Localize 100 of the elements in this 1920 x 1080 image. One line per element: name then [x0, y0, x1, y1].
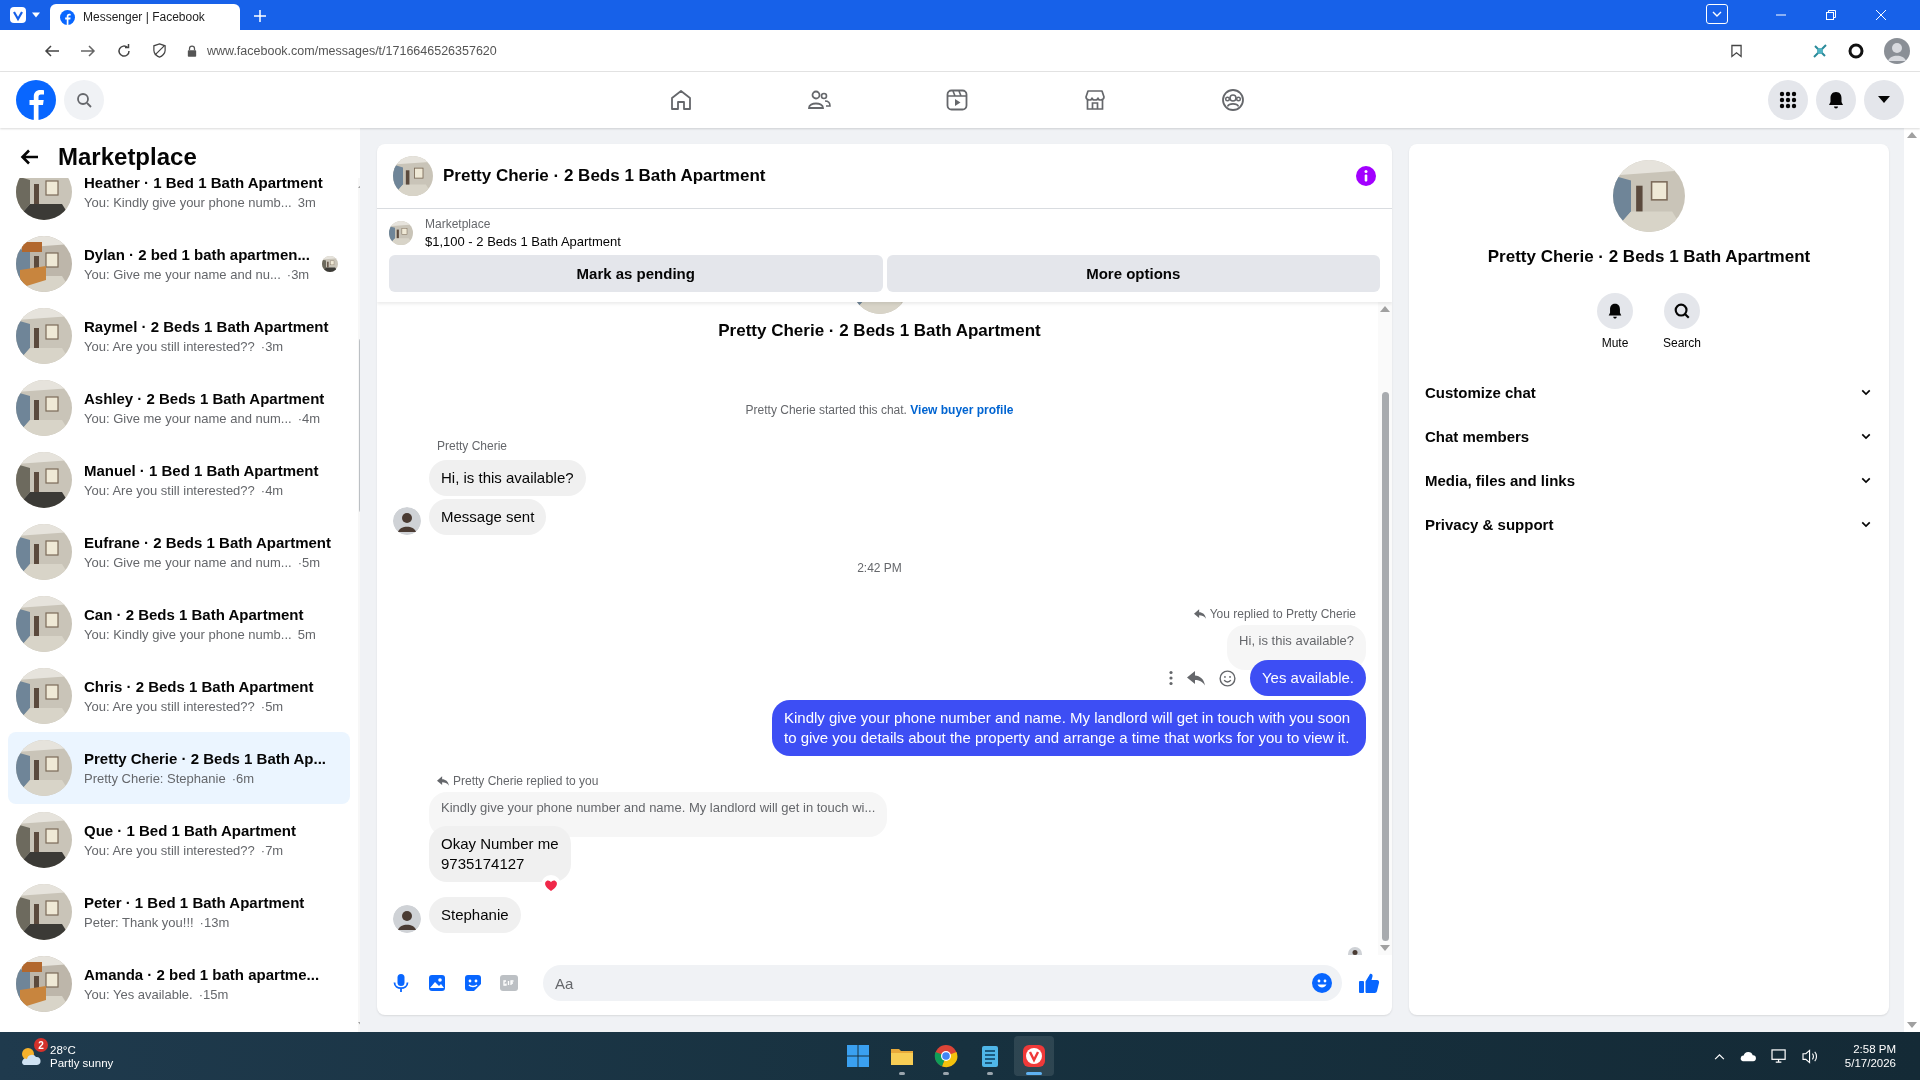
conversation-name: Que · 1 Bed 1 Bath Apartment	[84, 822, 297, 839]
vivaldi-icon	[10, 7, 26, 23]
conversation-item[interactable]: Peter · 1 Bed 1 Bath Apartment Peter: Thank you!!! ·13m	[8, 876, 350, 948]
caret-icon	[32, 12, 40, 18]
listing-action-button[interactable]: Mark as pending	[389, 255, 883, 292]
conversation-item[interactable]: Chris · 2 Beds 1 Bath Apartment You: Are you still interested?? ·5m	[8, 660, 350, 732]
search-button[interactable]	[1664, 293, 1700, 329]
store-icon[interactable]	[1083, 88, 1107, 112]
message-field[interactable]: Aa	[543, 965, 1342, 1001]
message-bubble[interactable]: Yes available.	[1250, 660, 1366, 696]
like-icon[interactable]	[1358, 972, 1380, 994]
cloud-icon[interactable]	[1738, 1050, 1757, 1062]
sticker-icon[interactable]	[463, 973, 483, 993]
close-icon[interactable]	[1876, 10, 1886, 20]
conversation-name: Chris · 2 Beds 1 Bath Apartment	[84, 678, 315, 695]
taskbar-app[interactable]	[1014, 1036, 1054, 1076]
message-time: ·15m	[198, 987, 229, 1002]
microphone-icon[interactable]	[391, 973, 411, 993]
friends-icon[interactable]	[807, 88, 831, 112]
avatar[interactable]	[393, 905, 421, 933]
section-toggle[interactable]: Media, files and links	[1417, 458, 1881, 502]
chat-name: Pretty Cherie · 2 Beds 1 Bath Apartment	[1487, 247, 1811, 267]
restore-icon[interactable]	[1826, 10, 1836, 20]
conversation-item[interactable]: Que · 1 Bed 1 Bath Apartment You: Are you still interested?? ·7m	[8, 804, 350, 876]
avatar[interactable]	[393, 507, 421, 535]
search-icon	[76, 92, 92, 108]
quoted-message[interactable]: Kindly give your phone number and name. My landlord will get in touch wi...	[429, 792, 888, 837]
listing-title: $1,100 - 2 Beds 1 Bath Apartment	[425, 234, 621, 249]
volume-icon[interactable]	[1801, 1048, 1819, 1064]
message-preview: You: Are you still interested??	[84, 483, 255, 498]
message-bubble[interactable]: Stephanie	[429, 897, 521, 933]
conversation-item[interactable]: Eufrane · 2 Beds 1 Bath Apartment You: Give me your name and num... ·5m	[8, 516, 350, 588]
message-time: ·4m	[297, 411, 321, 426]
mute-button[interactable]	[1597, 293, 1633, 329]
vivaldi-icon	[1022, 1044, 1046, 1068]
message-bubble[interactable]: Kindly give your phone number and name. My landlord will get in touch with you soon to give you details about the property and arrange a time that works for you to view it.	[772, 700, 1366, 756]
search-icon	[1673, 302, 1691, 320]
message-bubble[interactable]: Message sent	[429, 499, 547, 535]
reply-icon[interactable]	[1187, 670, 1205, 686]
emoji-icon[interactable]	[1219, 669, 1236, 687]
clock[interactable]: 2:58 PM 5/17/2026	[1844, 1043, 1908, 1069]
facebook-logo[interactable]	[16, 80, 56, 120]
action-label: Mute	[1601, 336, 1629, 350]
lock-icon[interactable]	[187, 44, 197, 57]
bookmark-icon[interactable]	[1731, 43, 1742, 58]
conversation-item[interactable]: Dylan · 2 bed 1 bath apartmen... You: Give me your name and nu... ·3m	[8, 228, 350, 300]
message-time: 5m	[297, 627, 316, 642]
more-icon[interactable]	[1169, 670, 1173, 686]
buyer-profile-link[interactable]: View buyer profile	[910, 403, 1014, 417]
message-preview: You: Are you still interested??	[84, 699, 255, 714]
section-toggle[interactable]: Chat members	[1417, 414, 1881, 458]
weather-condition: Partly sunny	[50, 1056, 114, 1069]
section-toggle[interactable]: Privacy & support	[1417, 502, 1881, 546]
message-time: ·4m	[260, 483, 284, 498]
browser-tab[interactable]: Messenger | Facebook	[50, 4, 240, 30]
message-preview: You: Kindly give your phone numb...	[84, 195, 292, 210]
conversation-item[interactable]: Ashley · 2 Beds 1 Bath Apartment You: Give me your name and num... ·4m	[8, 372, 350, 444]
extension-icon[interactable]	[1812, 42, 1828, 59]
chat-start-notice: Pretty Cherie started this chat. View buyer profile	[745, 403, 1014, 417]
menu-button[interactable]	[1768, 80, 1808, 120]
tab-list-button[interactable]	[1706, 4, 1728, 24]
reply-icon	[1193, 608, 1206, 620]
account-button[interactable]	[1864, 80, 1904, 120]
conversation-item[interactable]: Manuel · 1 Bed 1 Bath Apartment You: Are you still interested?? ·4m	[8, 444, 350, 516]
action-label: Search	[1663, 336, 1701, 350]
sidebar-title: Marketplace	[58, 143, 197, 171]
conversation-item[interactable]: Raymel · 2 Beds 1 Bath Apartment You: Are you still interested?? ·3m	[8, 300, 350, 372]
conversation-item[interactable]: Amanda · 2 bed 1 bath apartme... You: Yes available. ·15m	[8, 948, 350, 1020]
forward-icon[interactable]	[80, 42, 96, 59]
shield-icon[interactable]	[152, 43, 167, 58]
reload-icon[interactable]	[116, 42, 132, 59]
message-bubble[interactable]: Okay Number me 9735174127	[429, 826, 571, 882]
listing-action-button[interactable]: More options	[886, 255, 1380, 292]
browser-icon	[934, 1044, 958, 1068]
listing-source: Marketplace	[425, 217, 492, 231]
message-bubble[interactable]: Hi, is this available?	[429, 460, 586, 496]
groups-icon[interactable]	[1221, 88, 1245, 112]
network-icon[interactable]	[1770, 1048, 1788, 1064]
image-icon[interactable]	[427, 973, 447, 993]
conversation-item[interactable]: Pretty Cherie · 2 Beds 1 Bath Ap... Pretty Cherie: Stephanie ·6m	[8, 732, 350, 804]
reply-note: Pretty Cherie replied to you	[453, 774, 599, 788]
notifications-button[interactable]	[1816, 80, 1856, 120]
info-icon[interactable]	[1356, 166, 1376, 186]
conversation-name: Amanda · 2 bed 1 bath apartme...	[84, 966, 321, 983]
message-time: ·3m	[260, 339, 284, 354]
profile-avatar[interactable]	[1884, 37, 1910, 64]
windows-icon	[846, 1044, 870, 1068]
message-time: ·5m	[260, 699, 284, 714]
section-toggle[interactable]: Customize chat	[1417, 370, 1881, 414]
home-icon[interactable]	[669, 88, 693, 112]
ring-icon[interactable]	[1848, 42, 1864, 59]
conversation-item[interactable]: Can · 2 Beds 1 Bath Apartment You: Kindly give your phone numb... 5m	[8, 588, 350, 660]
new-tab-icon[interactable]	[254, 10, 266, 22]
video-icon[interactable]	[945, 88, 969, 112]
chevron-up-icon[interactable]	[1713, 1052, 1725, 1060]
conversation-name: Can · 2 Beds 1 Bath Apartment	[84, 606, 305, 623]
emoji-icon[interactable]	[1312, 973, 1332, 993]
back-icon[interactable]	[20, 147, 40, 167]
back-icon[interactable]	[44, 42, 60, 59]
message-preview: You: Yes available.	[84, 987, 193, 1002]
